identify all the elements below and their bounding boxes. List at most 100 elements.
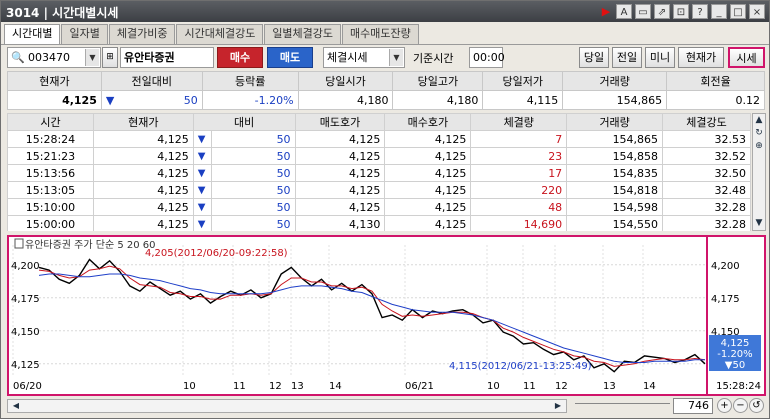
window-icon[interactable]: ▭ bbox=[635, 4, 651, 19]
tab-daily-strength[interactable]: 일별체결강도 bbox=[264, 24, 342, 44]
down-arrow-icon: ▼ bbox=[192, 147, 212, 165]
price-box-rate: -1.20% bbox=[717, 349, 752, 360]
x-tick-label: 13 bbox=[603, 381, 616, 392]
turnover: 0.12 bbox=[666, 90, 765, 110]
current-price: 4,125 bbox=[7, 90, 102, 110]
trades-header: 시간 bbox=[7, 113, 94, 131]
ma20-line bbox=[38, 273, 705, 363]
chart-legend: 유안타증권 주가 단순 5 20 60 bbox=[25, 239, 156, 251]
x-tick-label: 10 bbox=[487, 381, 500, 392]
font-icon[interactable]: A bbox=[616, 4, 632, 19]
x-tick-label: 14 bbox=[329, 381, 342, 392]
base-time-input[interactable]: 00:00 bbox=[469, 47, 505, 68]
scroll-right-icon[interactable]: ▶ bbox=[552, 400, 564, 412]
price-box-price: 4,125 bbox=[721, 338, 750, 349]
trades-header: 체결강도 bbox=[662, 113, 751, 131]
chart-last-time: 15:28:24 bbox=[716, 381, 761, 392]
low-price: 4,115 bbox=[482, 90, 564, 110]
zoom-in-icon[interactable]: + bbox=[717, 398, 732, 413]
summary-table: 현재가 전일대비 등락률 당일시가 당일고가 당일저가 거래량 회전율 4,12… bbox=[7, 71, 765, 110]
x-tick-label: 14 bbox=[643, 381, 656, 392]
zoom-input[interactable]: 746 bbox=[673, 398, 713, 414]
chart-canvas: 유안타증권 주가 단순 5 20 60 4,205(2012/06/20-09:… bbox=[11, 237, 761, 394]
ma5-line bbox=[38, 265, 706, 367]
prev-day-button[interactable]: 전일 bbox=[612, 47, 642, 68]
mini-button[interactable]: 미니 bbox=[645, 47, 675, 68]
scroll-left-icon[interactable]: ◀ bbox=[10, 400, 22, 412]
table-row[interactable]: 15:21:23 4,125 ▼ 50 4,125 4,125 23 154,8… bbox=[7, 147, 751, 165]
high-price: 4,180 bbox=[392, 90, 484, 110]
y-tick-label: 4,175 bbox=[11, 294, 40, 305]
popout-icon[interactable]: ⇗ bbox=[654, 4, 670, 19]
maximize-icon[interactable]: □ bbox=[730, 4, 746, 19]
table-row[interactable]: 15:13:05 4,125 ▼ 50 4,125 4,125 220 154,… bbox=[7, 181, 751, 199]
zoom-out-icon[interactable]: − bbox=[733, 398, 748, 413]
zoom-slider[interactable] bbox=[575, 403, 670, 409]
tab-daily[interactable]: 일자별 bbox=[61, 24, 108, 44]
stock-code-input[interactable]: 🔍 003470 ▼ bbox=[7, 47, 101, 68]
tab-time-strength[interactable]: 시간대체결강도 bbox=[176, 24, 264, 44]
chart-low-note: 4,115(2012/06/21-13:25:49) bbox=[449, 361, 592, 372]
play-icon[interactable]: ▶ bbox=[599, 4, 613, 19]
table-row[interactable]: 15:13:56 4,125 ▼ 50 4,125 4,125 17 154,8… bbox=[7, 164, 751, 182]
minimize-icon[interactable]: _ bbox=[711, 4, 727, 19]
help-icon[interactable]: ? bbox=[692, 4, 708, 19]
summary-header: 당일고가 bbox=[392, 71, 484, 91]
horizontal-scrollbar[interactable]: ◀ ▶ bbox=[7, 399, 567, 413]
tab-time[interactable]: 시간대별 bbox=[4, 24, 61, 45]
y-tick-label: 4,200 bbox=[11, 261, 40, 272]
buy-button[interactable]: 매수 bbox=[217, 47, 263, 68]
x-tick-label: 10 bbox=[183, 381, 196, 392]
x-tick-label: 11 bbox=[523, 381, 536, 392]
price-chart[interactable]: 유안타증권 주가 단순 5 20 60 4,205(2012/06/20-09:… bbox=[7, 235, 766, 396]
chevron-down-icon[interactable]: ▼ bbox=[85, 49, 99, 66]
scroll-up-icon[interactable]: ▲ bbox=[753, 114, 765, 127]
summary-header: 현재가 bbox=[7, 71, 102, 91]
settings-icon[interactable]: ⊡ bbox=[673, 4, 689, 19]
table-row[interactable]: 15:28:24 4,125 ▼ 50 4,125 4,125 7 154,86… bbox=[7, 130, 751, 148]
summary-header: 당일시가 bbox=[297, 71, 394, 91]
stock-name-field: 유안타증권 bbox=[120, 47, 214, 68]
toolbar: 🔍 003470 ▼ ⊞ 유안타증권 매수 매도 체결시세 ▼ 기준시간 00:… bbox=[1, 47, 769, 69]
chart-scroll-bar: ◀ ▶ 746 + − ↺ bbox=[7, 397, 766, 415]
table-row[interactable]: 15:10:00 4,125 ▼ 50 4,125 4,125 48 154,5… bbox=[7, 198, 751, 216]
trades-header: 매수호가 bbox=[384, 113, 472, 131]
window-code: 3014 bbox=[6, 6, 40, 20]
trades-header: 대비 bbox=[192, 113, 296, 131]
refresh-icon[interactable]: ↻ bbox=[753, 127, 765, 140]
down-arrow-icon: ▼ bbox=[192, 164, 212, 182]
window: 3014 | 시간대별시세 ▶ A ▭ ⇗ ⊡ ? _ □ × 시간대별 일자별… bbox=[0, 0, 770, 419]
search-icon[interactable]: 🔍 bbox=[11, 48, 25, 67]
down-arrow-icon: ▼ bbox=[192, 215, 212, 231]
x-tick-label: 11 bbox=[233, 381, 246, 392]
mode-select[interactable]: 체결시세 ▼ bbox=[323, 47, 405, 68]
code-lookup-button[interactable]: ⊞ bbox=[102, 47, 118, 68]
today-button[interactable]: 당일 bbox=[579, 47, 609, 68]
y-tick-label: 4,125 bbox=[11, 360, 40, 371]
y-tick-label: 4,150 bbox=[11, 327, 40, 338]
quote-button[interactable]: 시세 bbox=[728, 47, 765, 68]
tab-order-balance[interactable]: 매수매도잔량 bbox=[342, 24, 419, 44]
title-bar: 3014 | 시간대별시세 ▶ A ▭ ⇗ ⊡ ? _ □ × bbox=[1, 1, 769, 22]
change-rate: -1.20% bbox=[201, 90, 299, 110]
scroll-down-icon[interactable]: ▼ bbox=[753, 217, 765, 230]
tab-price-weight[interactable]: 체결가비중 bbox=[108, 24, 176, 44]
current-price-button[interactable]: 현재가 bbox=[678, 47, 724, 68]
down-arrow-icon: ▼ bbox=[192, 198, 212, 216]
down-arrow-icon: ▼ bbox=[192, 130, 212, 148]
y-tick-label-right: 4,175 bbox=[711, 294, 740, 305]
summary-header: 거래량 bbox=[562, 71, 668, 91]
close-icon[interactable]: × bbox=[749, 4, 765, 19]
sell-button[interactable]: 매도 bbox=[267, 47, 313, 68]
vertical-scrollbar[interactable]: ▲ ↻ ⊕ ▼ bbox=[752, 113, 766, 231]
open-price: 4,180 bbox=[297, 90, 394, 110]
chart-grid bbox=[12, 245, 705, 377]
price-box-change: ▼50 bbox=[725, 360, 745, 371]
zoom-reset-icon[interactable]: ↺ bbox=[749, 398, 764, 413]
x-tick-label: 12 bbox=[555, 381, 568, 392]
zoom-in-icon[interactable]: ⊕ bbox=[753, 140, 765, 153]
chevron-down-icon[interactable]: ▼ bbox=[389, 49, 403, 66]
trades-table: 시간 현재가 대비 매도호가 매수호가 체결량 거래량 체결강도 15:28:2… bbox=[7, 113, 751, 231]
base-time-label: 기준시간 bbox=[413, 52, 454, 65]
table-row[interactable]: 15:00:00 4,125 ▼ 50 4,130 4,125 14,690 1… bbox=[7, 215, 751, 231]
